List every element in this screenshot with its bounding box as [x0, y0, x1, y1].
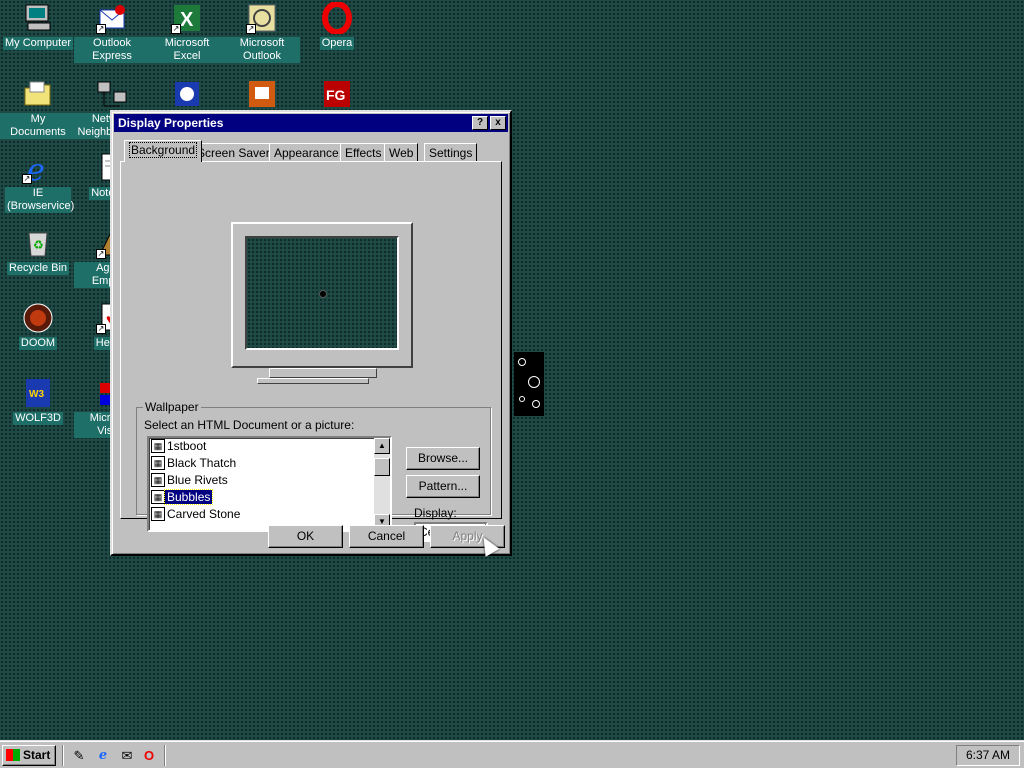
shortcut-arrow-icon: ↗ [96, 249, 106, 259]
background-tab-panel: Wallpaper Select an HTML Document or a p… [120, 161, 502, 542]
internet-connection-icon [171, 78, 203, 110]
desktop-icon-outlook-express[interactable]: ↗ Outlook Express [74, 2, 150, 63]
recycle-bin-icon: ♻ [22, 227, 54, 259]
desktop-icon-label: Outlook Express [74, 37, 150, 63]
tab-web[interactable]: Web [384, 143, 419, 162]
list-item[interactable]: ▦ 1stboot [151, 438, 208, 455]
desktop-icon-ie[interactable]: e ↗ IE (Browservice) [0, 152, 76, 213]
tab-appearance[interactable]: Appearance [269, 143, 344, 162]
outlook-express-icon[interactable]: ✉ [118, 747, 136, 765]
wolf3d-icon: W3 [22, 377, 54, 409]
desktop-icon-doom[interactable]: DOOM [0, 302, 76, 350]
picture-file-icon: ▦ [151, 472, 165, 487]
wallpaper-prompt: Select an HTML Document or a picture: [144, 418, 355, 432]
cancel-button[interactable]: Cancel [349, 525, 424, 548]
network-neighborhood-icon [96, 78, 128, 110]
taskbar-separator [164, 745, 166, 766]
internet-explorer-icon: e ↗ [22, 152, 54, 188]
desktop-icon-label: Opera [319, 37, 355, 50]
pattern-button[interactable]: Pattern... [406, 475, 480, 498]
bubble-preview-icon [319, 290, 327, 298]
monitor-preview [231, 222, 413, 368]
close-button[interactable]: x [490, 116, 506, 130]
my-documents-icon [22, 78, 54, 110]
show-desktop-icon[interactable]: ✎ [70, 747, 88, 765]
desktop-icon-label: WOLF3D [13, 412, 63, 425]
list-item[interactable]: ▦ Blue Rivets [151, 472, 230, 489]
picture-file-icon: ▦ [151, 438, 165, 453]
picture-file-icon: ▦ [151, 489, 165, 504]
desktop-icon-label: Microsoft Outlook [224, 37, 300, 63]
ok-button[interactable]: OK [268, 525, 343, 548]
desktop-icon-outlook[interactable]: ↗ Microsoft Outlook [224, 2, 300, 63]
desktop-icon-label: Recycle Bin [6, 262, 70, 275]
titlebar[interactable]: Display Properties ? x [114, 114, 508, 132]
desktop-icon-label: Microsoft Excel [149, 37, 225, 63]
internet-explorer-icon[interactable]: e [94, 747, 112, 765]
desktop-icon-label: IE (Browservice) [5, 187, 75, 213]
desktop-icon-wolf3d[interactable]: W3 WOLF3D [0, 377, 76, 425]
scroll-thumb[interactable] [374, 458, 390, 476]
desktop-icon-my-computer[interactable]: My Computer [0, 2, 76, 50]
tab-effects[interactable]: Effects [340, 143, 387, 162]
opera-icon[interactable]: O [140, 747, 158, 765]
desktop-icon-label: DOOM [18, 337, 58, 350]
desktop-icon-label: My Documents [0, 113, 76, 139]
desktop-icon-recycle-bin[interactable]: ♻ Recycle Bin [0, 227, 76, 275]
picture-file-icon: ▦ [151, 455, 165, 470]
outlook-icon: ↗ [246, 2, 278, 34]
picture-file-icon: ▦ [151, 506, 165, 521]
tab-screen-saver[interactable]: Screen Saver [192, 143, 275, 162]
shortcut-arrow-icon: ↗ [171, 24, 181, 34]
tab-settings[interactable]: Settings [424, 143, 478, 162]
dialog-title: Display Properties [118, 116, 224, 130]
wallpaper-group-label: Wallpaper [145, 400, 199, 414]
help-button[interactable]: ? [472, 116, 488, 130]
desktop-icon-unnamed[interactable] [224, 78, 300, 113]
list-item[interactable]: ▦ Carved Stone [151, 506, 242, 523]
desktop-icon-unnamed[interactable]: FG [299, 78, 375, 113]
taskbar-separator [62, 745, 64, 766]
monitor-base [257, 378, 369, 384]
monitor-preview-screen [245, 236, 399, 350]
svg-text:FG: FG [326, 87, 346, 103]
svg-text:X: X [180, 9, 194, 31]
shortcut-arrow-icon: ↗ [96, 324, 106, 334]
doom-icon [22, 302, 54, 334]
windows-logo-icon [6, 749, 20, 761]
wallpaper-preview-strip [514, 352, 544, 416]
svg-text:♻: ♻ [33, 238, 44, 252]
fg-app-icon: FG [321, 78, 353, 110]
desktop-icon-opera[interactable]: Opera [299, 1, 375, 50]
outlook-express-icon: ↗ [96, 2, 128, 34]
svg-text:W3: W3 [29, 389, 44, 400]
display-label: Display: [414, 506, 457, 520]
desktop-icon-excel[interactable]: X ↗ Microsoft Excel [149, 2, 225, 63]
desktop-icon-my-documents[interactable]: My Documents [0, 78, 76, 139]
display-properties-dialog: Display Properties ? x Background Screen… [110, 110, 512, 556]
shortcut-arrow-icon: ↗ [22, 174, 32, 184]
desktop-icon-unnamed[interactable] [149, 78, 225, 113]
list-scrollbar[interactable]: ▲ ▼ [374, 438, 390, 530]
my-computer-icon [22, 2, 54, 34]
list-item-selected[interactable]: ▦ Bubbles [151, 488, 214, 506]
wallpaper-list[interactable]: ▦ 1stboot ▦ Black Thatch ▦ Blue Rivets ▦ Bub… [147, 436, 392, 532]
excel-icon: X ↗ [171, 2, 203, 34]
shortcut-arrow-icon: ↗ [96, 24, 106, 34]
desktop-icon-label: My Computer [2, 37, 74, 50]
browse-button[interactable]: Browse... [406, 447, 480, 470]
powerpoint-icon [246, 78, 278, 110]
list-item[interactable]: ▦ Black Thatch [151, 455, 238, 472]
tab-background[interactable]: Background [124, 140, 203, 162]
shortcut-arrow-icon: ↗ [246, 24, 256, 34]
scroll-up-icon[interactable]: ▲ [374, 438, 390, 454]
system-clock[interactable]: 6:37 AM [956, 745, 1020, 766]
monitor-stand [269, 368, 377, 378]
opera-icon [321, 1, 353, 35]
taskbar: Start ✎ e ✉ O 6:37 AM [0, 740, 1024, 768]
start-button[interactable]: Start [2, 745, 56, 766]
